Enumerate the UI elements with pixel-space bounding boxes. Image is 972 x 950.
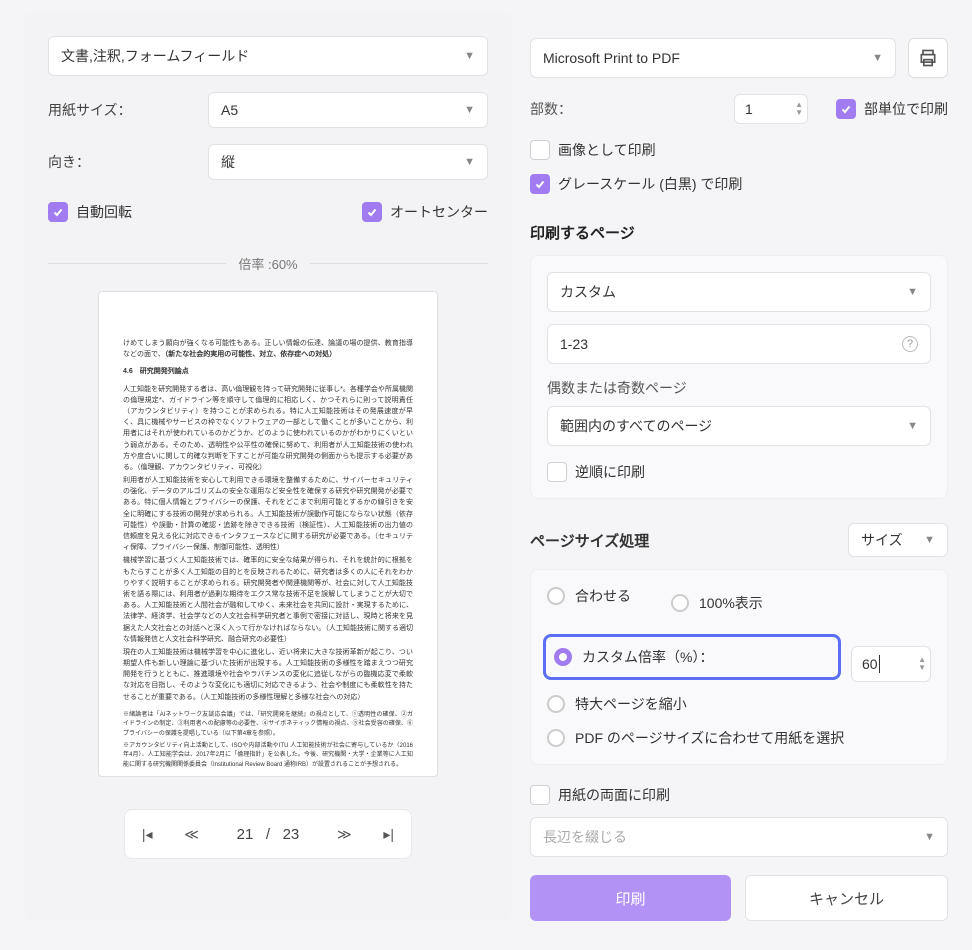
- custom-scale-highlight: カスタム倍率（%）：: [543, 634, 841, 680]
- odd-even-label: 偶数または奇数ページ: [547, 378, 931, 398]
- odd-even-value: 範囲内のすべてのページ: [560, 416, 712, 436]
- radio-checked-icon: [554, 648, 572, 666]
- match-pdf-label: PDF のページサイズに合わせて用紙を選択: [575, 728, 844, 748]
- chevron-down-icon: ▼: [872, 52, 883, 64]
- chevron-down-icon: ▼: [464, 156, 475, 168]
- copies-input[interactable]: 1 ▲▼: [734, 94, 808, 124]
- collate-label: 部単位で印刷: [864, 99, 948, 119]
- checkbox-checked-icon: [48, 202, 68, 222]
- print-as-image-label: 画像として印刷: [558, 140, 656, 160]
- orientation-select[interactable]: 縦 ▼: [208, 144, 488, 180]
- grayscale-label: グレースケール (白黒) で印刷: [558, 174, 742, 194]
- spinner-down-icon[interactable]: ▼: [918, 664, 926, 672]
- pages-range-input[interactable]: 1-23 ?: [547, 324, 931, 364]
- scale-divider: 倍率 :60%: [48, 254, 488, 273]
- last-page-button[interactable]: ▸|: [376, 826, 402, 843]
- page-preview: けめてしまう願向が強くなる可能性もある。正しい情報の伝達、論議の場の提供、教育指…: [98, 291, 438, 777]
- print-content-select[interactable]: 文書,注釈,フォームフィールド ▼: [48, 36, 488, 76]
- copies-label: 部数：: [530, 99, 572, 119]
- chevron-down-icon: ▼: [464, 104, 475, 116]
- printer-icon: [918, 48, 938, 68]
- fit-label: 合わせる: [575, 586, 631, 606]
- page-indicator: 21 / 23: [223, 826, 313, 843]
- radio-unchecked-icon: [671, 594, 689, 612]
- chevron-down-icon: ▼: [924, 534, 935, 546]
- auto-rotate-label: 自動回転: [76, 202, 132, 222]
- chevron-down-icon: ▼: [464, 50, 475, 62]
- paper-size-value: A5: [221, 102, 238, 118]
- checkbox-checked-icon: [836, 99, 856, 119]
- checkbox-checked-icon: [530, 174, 550, 194]
- reverse-order-checkbox[interactable]: 逆順に印刷: [547, 462, 931, 482]
- custom-scale-input[interactable]: 60 ▲ ▼: [851, 646, 931, 682]
- radio-unchecked-icon: [547, 695, 565, 713]
- checkbox-unchecked-icon: [530, 785, 550, 805]
- checkbox-unchecked-icon: [530, 140, 550, 160]
- chevron-down-icon: ▼: [924, 831, 935, 843]
- orientation-value: 縦: [221, 152, 235, 172]
- duplex-checkbox[interactable]: 用紙の両面に印刷: [530, 785, 948, 805]
- binding-select[interactable]: 長辺を綴じる ▼: [530, 817, 948, 857]
- paper-size-select[interactable]: A5 ▼: [208, 92, 488, 128]
- full-size-radio[interactable]: 100%表示: [671, 586, 763, 620]
- prev-page-button[interactable]: ≪: [179, 826, 205, 843]
- preview-panel: 文書,注釈,フォームフィールド ▼ 用紙サイズ： A5 ▼ 向き： 縦 ▼ 自動…: [24, 12, 512, 921]
- match-pdf-radio[interactable]: PDF のページサイズに合わせて用紙を選択: [547, 728, 931, 748]
- pages-card: カスタム ▼ 1-23 ? 偶数または奇数ページ 範囲内のすべてのページ ▼ 逆…: [530, 255, 948, 499]
- copies-value: 1: [745, 101, 795, 117]
- full-label: 100%表示: [699, 593, 763, 613]
- print-button[interactable]: 印刷: [530, 875, 731, 921]
- pages-range-value: 1-23: [560, 336, 588, 352]
- binding-value: 長辺を綴じる: [543, 827, 627, 847]
- reverse-label: 逆順に印刷: [575, 462, 645, 482]
- auto-rotate-checkbox[interactable]: 自動回転: [48, 202, 132, 222]
- odd-even-select[interactable]: 範囲内のすべてのページ ▼: [547, 406, 931, 446]
- pages-mode-value: カスタム: [560, 282, 616, 302]
- print-content-value: 文書,注釈,フォームフィールド: [61, 46, 249, 66]
- help-icon[interactable]: ?: [902, 336, 918, 352]
- chevron-down-icon: ▼: [907, 420, 918, 432]
- pages-section-title: 印刷するページ: [530, 222, 948, 243]
- printer-properties-button[interactable]: [908, 38, 948, 78]
- pages-mode-select[interactable]: カスタム ▼: [547, 272, 931, 312]
- size-card: 合わせる 100%表示 カスタム倍率（%）： 60: [530, 569, 948, 765]
- size-section-title: ページサイズ処理: [530, 530, 649, 551]
- cancel-button[interactable]: キャンセル: [745, 875, 948, 921]
- next-page-button[interactable]: ≫: [331, 826, 357, 843]
- collate-checkbox[interactable]: 部単位で印刷: [836, 99, 948, 119]
- orientation-label: 向き：: [48, 152, 208, 172]
- custom-scale-value: 60: [862, 656, 878, 672]
- scale-value: 倍率 :60%: [226, 254, 309, 273]
- custom-scale-radio[interactable]: カスタム倍率（%）：: [554, 647, 713, 667]
- paper-size-label: 用紙サイズ：: [48, 100, 208, 120]
- pager: |◂ ≪ 21 / 23 ≫ ▸|: [124, 809, 412, 859]
- shrink-radio[interactable]: 特大ページを縮小: [547, 694, 931, 714]
- duplex-label: 用紙の両面に印刷: [558, 785, 670, 805]
- auto-center-label: オートセンター: [390, 202, 488, 222]
- custom-scale-label: カスタム倍率（%）：: [582, 647, 713, 667]
- print-as-image-checkbox[interactable]: 画像として印刷: [530, 140, 948, 160]
- printer-value: Microsoft Print to PDF: [543, 50, 680, 66]
- size-mode-value: サイズ: [861, 530, 903, 550]
- radio-unchecked-icon: [547, 729, 565, 747]
- size-mode-select[interactable]: サイズ ▼: [848, 523, 948, 557]
- auto-center-checkbox[interactable]: オートセンター: [362, 202, 488, 222]
- grayscale-checkbox[interactable]: グレースケール (白黒) で印刷: [530, 174, 948, 194]
- chevron-down-icon: ▼: [907, 286, 918, 298]
- checkbox-checked-icon: [362, 202, 382, 222]
- spinner-down-icon[interactable]: ▼: [795, 109, 803, 117]
- fit-radio[interactable]: 合わせる: [547, 586, 631, 606]
- radio-unchecked-icon: [547, 587, 565, 605]
- shrink-label: 特大ページを縮小: [575, 694, 687, 714]
- settings-panel: Microsoft Print to PDF ▼ 部数： 1 ▲▼ 部単位で印刷: [530, 12, 948, 921]
- printer-select[interactable]: Microsoft Print to PDF ▼: [530, 38, 896, 78]
- first-page-button[interactable]: |◂: [134, 826, 160, 843]
- checkbox-unchecked-icon: [547, 462, 567, 482]
